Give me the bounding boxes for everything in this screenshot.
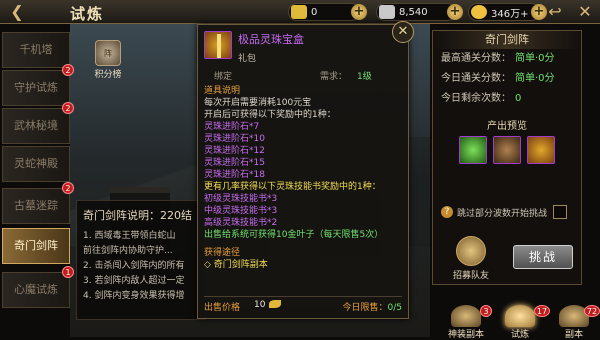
description-line: 开启后可获得以下奖励中的1种： [204, 110, 336, 120]
description-line: 灵珠进阶石*10 [204, 134, 265, 144]
description-line: 灵珠进阶石*18 [204, 170, 265, 180]
description-line: 灵珠进阶石*7 [204, 122, 260, 132]
resource-coin: 346万+ + [468, 3, 547, 21]
shenzhuang-icon [451, 305, 481, 327]
description-line: 灵珠进阶石*12 [204, 146, 265, 156]
sidebar-item-qimen[interactable]: 奇门剑阵 [2, 228, 70, 264]
notification-badge: 1 [62, 266, 74, 278]
coin-icon [471, 5, 487, 19]
add-currency-button[interactable]: + [447, 4, 463, 20]
bottom-nav: 神装副本 试炼 副本 3 17 72 [440, 305, 600, 340]
sidebar-item-gumu[interactable]: 古墓迷踪 [2, 188, 70, 224]
preview-items [433, 136, 581, 164]
item-bag-icon[interactable] [493, 136, 521, 164]
challenge-button[interactable]: 挑战 [513, 245, 573, 269]
notification-badge: 2 [62, 182, 74, 194]
sidebar-item-xinmo[interactable]: 心魔试炼 [2, 272, 70, 308]
sidebar-item-shouhu[interactable]: 守护试炼 [2, 70, 70, 106]
back-arrow-icon[interactable]: ❮ [4, 2, 30, 22]
gift-box-icon[interactable] [527, 136, 555, 164]
notification-badge: 17 [534, 305, 550, 317]
green-gem-icon[interactable] [459, 136, 487, 164]
rank-emblem-icon: 阵 [95, 40, 121, 66]
skip-waves-checkbox[interactable] [553, 205, 568, 219]
today-score-row: 今日通关分数： 简单·0分 [441, 73, 555, 84]
remaining-count-row: 今日剩余次数： 0 [441, 93, 522, 104]
description-line: 更有几率获得以下灵珠技能书奖励中的1种： [204, 182, 381, 192]
requirement: 需求： 1级 [320, 72, 372, 82]
rank-button[interactable]: 阵 积分榜 [86, 40, 130, 80]
gold-leaf-icon [269, 300, 282, 308]
panel-title: 奇门剑阵 [433, 31, 581, 49]
best-score-row: 最高通关分数： 简单·0分 [441, 53, 555, 64]
description-line: 出售给系统可获得10金叶子（每天限售5次） [204, 230, 384, 240]
recruit-icon [456, 236, 486, 266]
description-line: 中级灵珠技能书*3 [204, 206, 278, 216]
gift-box-icon [204, 31, 232, 59]
item-type: 礼包 [238, 54, 257, 64]
notification-badge: 2 [62, 64, 74, 76]
description-line: 获得途径 [204, 248, 241, 258]
preview-title: 产出预览 [487, 121, 527, 132]
page-title: 试炼 [70, 5, 105, 23]
gold-ingot-icon [291, 5, 307, 19]
sidebar-item-qianjita[interactable]: 千机塔 [2, 32, 70, 68]
description-line: ◇ 奇门剑阵副本 [204, 260, 268, 270]
description-line: 灵珠进阶石*15 [204, 158, 265, 168]
notification-badge: 2 [62, 102, 74, 114]
top-bar: ❮ 试炼 0 + 8,540 + 346万+ + ↩ ✕ [0, 0, 600, 24]
return-icon[interactable]: ↩ [544, 2, 566, 22]
description-line: 道具说明 [204, 86, 241, 96]
recruit-button[interactable]: 招募队友 [451, 236, 491, 281]
sidebar: 千机塔 守护试炼 武林秘境 灵蛇神殿 古墓迷踪 奇门剑阵 心魔试炼 2 2 2 … [0, 26, 74, 337]
item-tooltip: ✕ 极品灵珠宝盒 礼包 绑定 需求： 1级 道具说明每次开启需要消耗100元宝开启… [197, 21, 414, 319]
description-line: 初级灵珠技能书*3 [204, 194, 278, 204]
description-panel: 奇门剑阵说明：220结 1. 西域毒王带领白蛇山 前往剑阵内协助守护... 2.… [76, 200, 206, 320]
help-icon[interactable]: ? [441, 206, 453, 218]
sell-info: 出售价格 10 今日限售：0/5 [204, 296, 402, 314]
description-line: 高级灵珠技能书*2 [204, 218, 278, 228]
resource-currency: 8,540 + [376, 3, 463, 21]
skip-waves-option: ? 跳过部分波数开始挑战 [441, 205, 568, 219]
description-line: 每次开启需要消耗100元宝 [204, 98, 312, 108]
item-description: 道具说明每次开启需要消耗100元宝开启后可获得以下奖励中的1种： 灵珠进阶石*7 灵… [204, 85, 402, 271]
sidebar-item-lingshe[interactable]: 灵蛇神殿 [2, 146, 70, 182]
sidebar-item-wulin[interactable]: 武林秘境 [2, 108, 70, 144]
bound-label: 绑定 [214, 72, 233, 82]
currency-icon [379, 5, 395, 19]
dungeon-info-panel: 奇门剑阵 最高通关分数： 简单·0分 今日通关分数： 简单·0分 今日剩余次数： 0 … [432, 30, 582, 285]
shilian-icon [505, 305, 535, 327]
add-gold-ingot-button[interactable]: + [351, 4, 367, 20]
item-name: 极品灵珠宝盒 [238, 33, 304, 46]
notification-badge: 3 [480, 305, 492, 317]
close-icon[interactable]: ✕ [392, 21, 414, 43]
close-icon[interactable]: ✕ [574, 2, 596, 22]
resource-gold-ingot: 0 + [288, 3, 367, 21]
notification-badge: 72 [584, 305, 600, 317]
